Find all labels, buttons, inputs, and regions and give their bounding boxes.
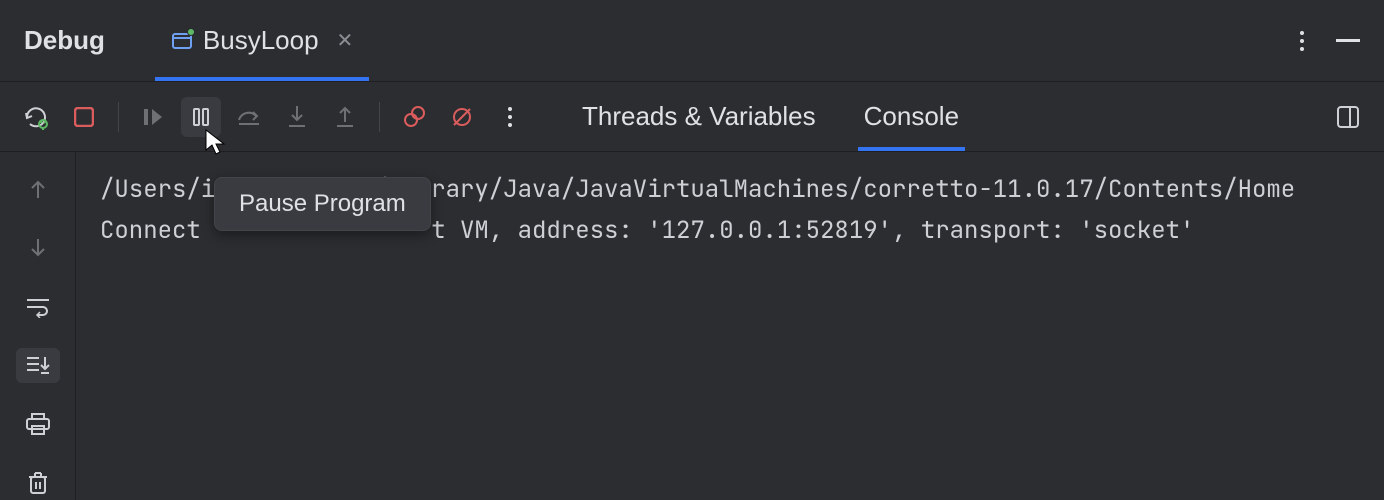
separator [379, 102, 380, 132]
more-options-button[interactable] [1292, 23, 1312, 59]
tooltip: Pause Program [214, 177, 431, 231]
more-actions-button[interactable] [490, 97, 530, 137]
run-config-icon [171, 30, 193, 52]
resume-button[interactable] [133, 97, 173, 137]
scroll-up-button[interactable] [16, 172, 60, 207]
tab-bar: Debug BusyLoop ✕ [0, 0, 1384, 82]
debug-toolbar: Threads & Variables Console [0, 82, 1384, 152]
tab-console[interactable]: Console [840, 82, 983, 151]
view-breakpoints-button[interactable] [394, 97, 434, 137]
close-tab-icon[interactable]: ✕ [337, 28, 354, 53]
print-button[interactable] [16, 407, 60, 442]
debug-tabs: Threads & Variables Console [558, 82, 983, 151]
rerun-button[interactable] [16, 97, 56, 137]
soft-wrap-button[interactable] [16, 289, 60, 324]
content-area: /Users/igor_kulakov/Library/Java/JavaVir… [0, 152, 1384, 500]
step-out-button[interactable] [325, 97, 365, 137]
console-gutter [0, 152, 76, 500]
tab-threads-variables[interactable]: Threads & Variables [558, 82, 840, 151]
run-config-tab[interactable]: BusyLoop ✕ [155, 0, 369, 81]
layout-settings-button[interactable] [1328, 97, 1368, 137]
minimize-button[interactable] [1336, 39, 1360, 42]
scroll-down-button[interactable] [16, 231, 60, 266]
tab-bar-actions [1292, 23, 1368, 59]
clear-all-button[interactable] [16, 465, 60, 500]
step-over-button[interactable] [229, 97, 269, 137]
scroll-to-end-button[interactable] [16, 348, 60, 383]
tool-window-title: Debug [24, 25, 105, 56]
stop-button[interactable] [64, 97, 104, 137]
step-into-button[interactable] [277, 97, 317, 137]
separator [118, 102, 119, 132]
run-config-label: BusyLoop [203, 25, 319, 56]
mute-breakpoints-button[interactable] [442, 97, 482, 137]
pause-button[interactable] [181, 97, 221, 137]
